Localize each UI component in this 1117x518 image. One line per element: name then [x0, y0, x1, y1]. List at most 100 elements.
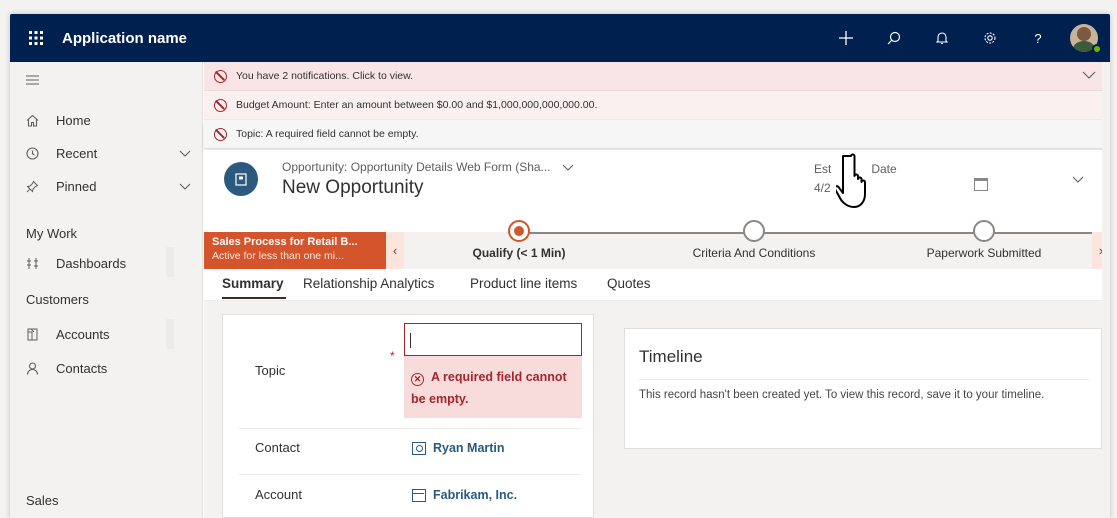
app-name[interactable]: Application name: [62, 30, 187, 47]
sidebar-item-label: Accounts: [56, 326, 110, 342]
timeline-section: Timeline This record hasn't been created…: [624, 328, 1102, 449]
tab-summary[interactable]: Summary: [222, 276, 284, 291]
field-divider: [239, 428, 581, 429]
chevron-down-icon[interactable]: [1082, 68, 1096, 82]
vertical-scrollbar[interactable]: [1102, 62, 1110, 518]
contact-lookup[interactable]: Ryan Martin: [412, 441, 505, 455]
topic-label: Topic: [255, 363, 286, 378]
home-icon: [26, 114, 46, 127]
sidebar-item-label: Contacts: [56, 360, 108, 376]
stage-label: Criteria And Conditions: [692, 246, 816, 260]
chevron-left-icon[interactable]: ‹: [386, 232, 404, 269]
notification-text: Budget Amount: Enter an amount between $…: [236, 99, 598, 111]
form-body: Topic * ✕ A required field cannot be empt…: [204, 301, 1110, 518]
summary-section: Topic * ✕ A required field cannot be empt…: [222, 314, 594, 518]
hamburger-icon: [26, 75, 46, 85]
business-process-flow: Sales Process for Retail B... Active for…: [204, 220, 1110, 269]
notification-item[interactable]: Topic: A required field cannot be empty.: [204, 120, 1110, 149]
blocked-icon: [214, 127, 227, 141]
account-label: Account: [255, 487, 302, 502]
stage-qualify[interactable]: Qualify (< 1 Min): [449, 220, 589, 260]
bell-icon[interactable]: [918, 14, 966, 62]
error-icon: ✕: [411, 372, 424, 386]
sidebar-item-recent[interactable]: Recent: [10, 137, 203, 169]
sidebar-item-label: Pinned: [56, 178, 97, 194]
notification-item[interactable]: Budget Amount: Enter an amount between $…: [204, 91, 1110, 120]
chevron-down-icon[interactable]: [1072, 172, 1084, 186]
top-bar: Application name ?: [10, 14, 1110, 62]
process-name-panel: Sales Process for Retail B... Active for…: [204, 232, 386, 269]
notification-text: Topic: A required field cannot be empty.: [236, 128, 419, 140]
notification-text: You have 2 notifications. Click to view.: [236, 70, 414, 82]
contact-icon: [26, 361, 46, 375]
form-selector-label: Opportunity: Opportunity Details Web For…: [282, 160, 551, 174]
notification-summary[interactable]: You have 2 notifications. Click to view.: [204, 62, 1110, 91]
stage-marker: [973, 220, 995, 242]
form-tabs: Summary Relationship Analytics Product l…: [204, 269, 1110, 301]
contact-label: Contact: [255, 440, 300, 455]
sidebar-item-label: Recent: [56, 145, 98, 161]
stage-paperwork[interactable]: Paperwork Submitted: [899, 220, 1069, 260]
field-divider: [239, 474, 581, 475]
gear-icon[interactable]: [966, 14, 1014, 62]
top-bar-actions: ?: [822, 14, 1110, 62]
stage-label: Qualify (< 1 Min): [472, 246, 566, 260]
hand-pointer-icon: [836, 153, 866, 208]
blocked-icon: [214, 69, 227, 83]
hamburger-menu-button[interactable]: [10, 64, 203, 96]
presence-indicator: [1092, 44, 1102, 54]
stage-marker: [743, 220, 765, 242]
tab-relationship-analytics[interactable]: Relationship Analytics: [303, 276, 434, 291]
chevron-down-icon[interactable]: [179, 179, 191, 193]
chevron-down-icon[interactable]: [179, 146, 191, 160]
sidebar-group-heading: Customers: [26, 292, 89, 307]
page-title: New Opportunity: [282, 177, 424, 198]
app-window: Application name ? Home Recent Pinned My…: [10, 14, 1110, 518]
help-icon[interactable]: ?: [1014, 14, 1062, 62]
sidebar-item-label: Dashboards: [56, 255, 127, 271]
form-selector[interactable]: Opportunity: Opportunity Details Web For…: [282, 160, 574, 174]
sidebar-item-label: Home: [56, 112, 91, 128]
stage-active-marker: [508, 220, 530, 242]
account-lookup[interactable]: Fabrikam, Inc.: [412, 488, 517, 502]
topic-error: ✕ A required field cannot be empty.: [404, 356, 582, 418]
header-field-value[interactable]: 4/2: [814, 181, 831, 195]
record-header: Opportunity: Opportunity Details Web For…: [204, 150, 1110, 208]
text-caret: [410, 333, 411, 348]
active-tab-indicator: [222, 297, 286, 299]
blocked-icon: [214, 98, 227, 112]
contact-value: Ryan Martin: [433, 441, 505, 455]
process-name-box[interactable]: Sales Process for Retail B... Active for…: [204, 232, 404, 269]
timeline-message: This record hasn't been created yet. To …: [639, 389, 1045, 401]
sidebar: Home Recent Pinned My Work Dashboards Cu…: [10, 62, 203, 518]
sidebar-group-heading: Sales: [26, 493, 59, 508]
sidebar-item-accounts[interactable]: Accounts: [10, 318, 203, 350]
search-icon[interactable]: [870, 14, 918, 62]
chevron-down-icon: [562, 160, 574, 174]
sidebar-item-dashboards[interactable]: Dashboards: [10, 247, 203, 279]
tab-quotes[interactable]: Quotes: [607, 276, 651, 291]
pin-icon: [26, 180, 46, 193]
error-message-text: A required field cannot be empty.: [411, 370, 567, 406]
contact-card-icon: [412, 441, 426, 455]
clock-icon: [26, 146, 46, 160]
account-icon: [26, 328, 46, 341]
sidebar-group-heading: My Work: [26, 226, 78, 241]
sidebar-item-home[interactable]: Home: [10, 104, 203, 136]
topic-input[interactable]: [404, 323, 582, 356]
waffle-icon[interactable]: [10, 14, 62, 62]
dashboard-icon: [26, 257, 46, 270]
account-value: Fabrikam, Inc.: [433, 488, 518, 502]
timeline-title: Timeline: [639, 347, 703, 366]
process-status: Active for less than one mi...: [212, 250, 344, 262]
sidebar-item-pinned[interactable]: Pinned: [10, 170, 203, 202]
plus-icon[interactable]: [822, 14, 870, 62]
sidebar-item-contacts[interactable]: Contacts: [10, 352, 203, 384]
stage-criteria[interactable]: Criteria And Conditions: [664, 220, 844, 260]
required-marker: *: [390, 349, 395, 363]
tab-product-line-items[interactable]: Product line items: [470, 276, 577, 291]
opportunity-icon: [224, 162, 258, 196]
stage-label: Paperwork Submitted: [926, 246, 1042, 260]
calendar-icon[interactable]: [974, 178, 988, 191]
account-card-icon: [412, 488, 426, 502]
